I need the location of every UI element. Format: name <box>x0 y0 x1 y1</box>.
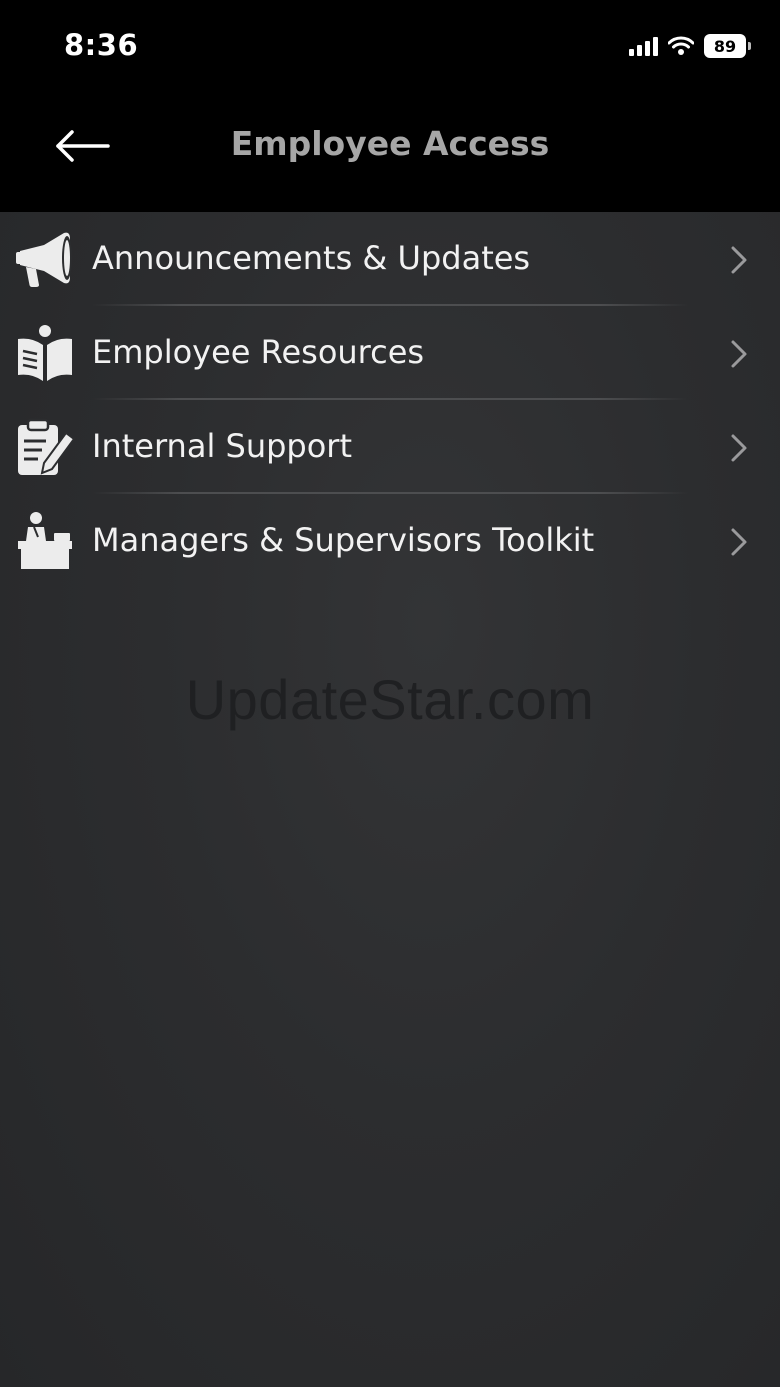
menu-item-announcements[interactable]: Announcements & Updates <box>0 212 780 306</box>
menu-item-label: Announcements & Updates <box>92 239 531 277</box>
reading-book-icon <box>18 325 72 381</box>
battery-level: 89 <box>713 36 737 56</box>
nav-bar: Employee Access <box>0 96 780 212</box>
watermark: UpdateStar.com <box>185 668 595 731</box>
page-title: Employee Access <box>230 124 550 163</box>
menu-item-label: Managers & Supervisors Toolkit <box>92 521 595 559</box>
chevron-right-icon <box>731 434 747 462</box>
content-area: Announcements & Updates Employee Resourc… <box>0 212 780 1387</box>
wifi-icon <box>668 36 694 55</box>
chevron-right-icon <box>731 340 747 368</box>
menu-list: Announcements & Updates Employee Resourc… <box>0 212 780 588</box>
battery-icon: 89 <box>704 34 751 58</box>
menu-item-internal-support[interactable]: Internal Support <box>0 400 780 494</box>
menu-item-employee-resources[interactable]: Employee Resources <box>0 306 780 400</box>
megaphone-icon <box>16 232 72 287</box>
status-time: 8:36 <box>64 28 139 62</box>
status-icons: 89 <box>629 34 751 58</box>
clipboard-pencil-icon <box>18 418 76 475</box>
status-bar: 8:36 89 <box>0 0 780 96</box>
menu-item-managers-toolkit[interactable]: Managers & Supervisors Toolkit <box>0 494 780 588</box>
menu-item-label: Employee Resources <box>92 333 425 371</box>
chevron-right-icon <box>731 246 747 274</box>
chevron-right-icon <box>731 528 747 556</box>
person-at-desk-icon <box>18 512 72 569</box>
menu-item-label: Internal Support <box>92 427 352 465</box>
cellular-signal-icon <box>629 36 658 56</box>
app-screen: 8:36 89 Employee Access Announcements & … <box>0 0 780 1387</box>
